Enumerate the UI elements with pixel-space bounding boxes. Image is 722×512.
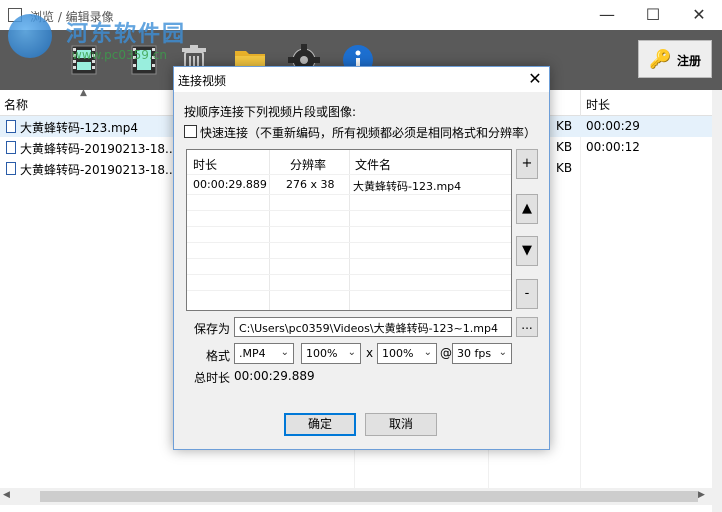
file-duration: 00:00:29 xyxy=(586,119,640,133)
file-name: 大黄蜂转码-20190213-18... xyxy=(20,142,177,156)
fast-connect-checkbox[interactable] xyxy=(184,125,197,138)
column-header-filename[interactable]: 文件名 xyxy=(355,156,391,173)
total-duration-value: 00:00:29.889 xyxy=(234,369,315,383)
fps-value: 30 fps xyxy=(457,347,492,360)
minimize-button[interactable]: — xyxy=(584,0,630,30)
save-path-input[interactable]: C:\Users\pc0359\Videos\大黄蜂转码-123~1.mp4 xyxy=(234,317,512,337)
move-down-button[interactable]: ▼ xyxy=(516,236,538,266)
format-select[interactable]: .MP4 ⌄ xyxy=(234,343,294,364)
scroll-thumb[interactable] xyxy=(40,491,698,502)
file-size: KB xyxy=(556,161,573,175)
segment-filename[interactable]: 大黄蜂转码-123.mp4 xyxy=(353,178,461,194)
header-divider xyxy=(187,174,511,175)
column-header-duration[interactable]: 时长 xyxy=(193,156,217,173)
row-divider xyxy=(187,242,511,243)
file-name: 大黄蜂转码-20190213-18... xyxy=(20,163,177,177)
height-scale-value: 100% xyxy=(382,347,414,360)
width-scale-value: 100% xyxy=(306,347,338,360)
row-divider xyxy=(187,210,511,211)
close-button[interactable]: ✕ xyxy=(676,0,722,30)
video-file-icon xyxy=(6,120,16,133)
instruction-text: 按顺序连接下列视频片段或图像: xyxy=(184,105,357,119)
fast-connect-label[interactable]: 快速连接（不重新编码，所有视频都必须是相同格式和分辨率） xyxy=(200,124,536,141)
window-title: 浏览 / 编辑录像 xyxy=(30,10,114,24)
video-file-icon xyxy=(6,141,16,154)
column-header-resolution[interactable]: 分辨率 xyxy=(290,156,326,173)
maximize-button[interactable]: ☐ xyxy=(630,0,676,30)
segment-resolution[interactable]: 276 x 38 xyxy=(286,178,335,191)
film-cut-icon[interactable] xyxy=(126,42,162,78)
main-titlebar: 浏览 / 编辑录像 — ☐ ✕ xyxy=(0,0,722,30)
register-label: 注册 xyxy=(677,54,702,68)
file-name: 大黄蜂转码-123.mp4 xyxy=(20,121,138,135)
row-divider xyxy=(187,274,511,275)
times-separator: x xyxy=(366,346,374,360)
video-file-icon xyxy=(6,162,16,175)
file-size: KB xyxy=(556,119,573,133)
total-duration-label: 总时长 xyxy=(194,371,231,385)
chevron-down-icon: ⌄ xyxy=(423,347,432,358)
row-divider xyxy=(187,258,511,259)
segment-duration[interactable]: 00:00:29.889 xyxy=(193,178,267,191)
column-header-duration[interactable]: 时长 xyxy=(586,96,610,113)
remove-segment-button[interactable]: - xyxy=(516,279,538,309)
chevron-down-icon: ⌄ xyxy=(347,347,356,358)
move-up-button[interactable]: ▲ xyxy=(516,194,538,224)
join-video-dialog: 连接视频 ✕ 按顺序连接下列视频片段或图像: 快速连接（不重新编码，所有视频都必… xyxy=(173,66,550,450)
row-divider xyxy=(187,194,511,195)
ok-button[interactable]: 确定 xyxy=(284,413,356,436)
browse-button[interactable]: ... xyxy=(516,317,538,337)
horizontal-scrollbar[interactable]: ◀ ▶ xyxy=(0,488,712,505)
at-separator: @ xyxy=(440,346,452,360)
save-as-label: 保存为 xyxy=(194,322,231,336)
dialog-title: 连接视频 xyxy=(178,74,227,88)
fps-select[interactable]: 30 fps ⌄ xyxy=(452,343,512,364)
register-button[interactable]: 🔑 注册 xyxy=(638,40,712,78)
chevron-down-icon: ⌄ xyxy=(280,347,289,358)
add-segment-button[interactable]: + xyxy=(516,149,538,179)
key-icon: 🔑 xyxy=(649,49,672,70)
app-icon xyxy=(8,8,22,22)
chevron-down-icon: ⌄ xyxy=(498,347,507,358)
dialog-close-button[interactable]: ✕ xyxy=(523,69,547,89)
cancel-button[interactable]: 取消 xyxy=(365,413,437,436)
column-separator[interactable] xyxy=(580,90,581,116)
format-value: .MP4 xyxy=(239,347,266,360)
scroll-right-icon[interactable]: ▶ xyxy=(698,490,705,500)
sort-ascending-icon: ▲ xyxy=(80,88,87,98)
scroll-left-icon[interactable]: ◀ xyxy=(3,490,10,500)
file-size: KB xyxy=(556,140,573,154)
width-scale-select[interactable]: 100% ⌄ xyxy=(301,343,361,364)
height-scale-select[interactable]: 100% ⌄ xyxy=(377,343,437,364)
row-divider xyxy=(187,290,511,291)
dialog-titlebar: 连接视频 ✕ xyxy=(174,67,549,92)
file-duration: 00:00:12 xyxy=(586,140,640,154)
column-header-name[interactable]: 名称 xyxy=(4,96,28,113)
row-divider xyxy=(187,226,511,227)
segments-table[interactable]: 时长 分辨率 文件名 00:00:29.889 276 x 38 大黄蜂转码-1… xyxy=(186,149,512,311)
film-join-icon[interactable] xyxy=(66,42,102,78)
format-label: 格式 xyxy=(206,349,231,363)
vertical-scrollbar[interactable] xyxy=(712,90,722,512)
